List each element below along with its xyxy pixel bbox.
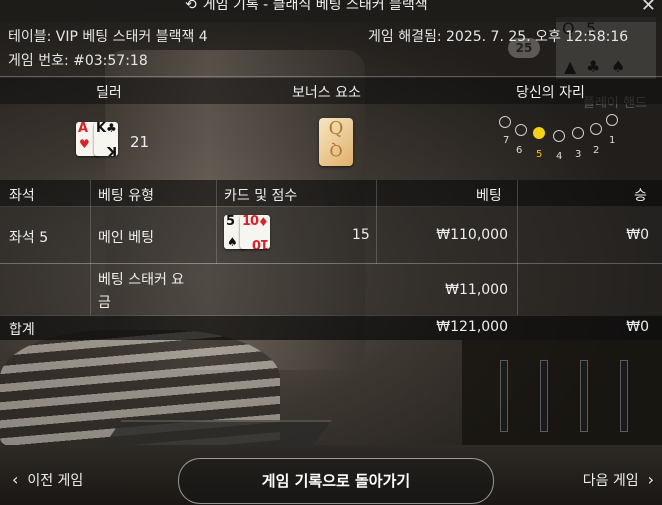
seat-cell: 좌석 5 <box>9 230 49 246</box>
dealer-card: K ♣ K <box>94 122 118 156</box>
divider <box>0 76 662 77</box>
next-game-button[interactable]: 다음 게임 › <box>583 470 654 490</box>
seat-number: 7 <box>503 135 510 146</box>
player-card: 10 ♦ 10 <box>240 215 270 249</box>
dealer-label: 딜러 <box>96 85 122 101</box>
seat-number-active: 5 <box>536 149 543 160</box>
col-bet-type: 베팅 유형 <box>98 188 154 204</box>
seat-marker <box>499 116 511 128</box>
card-rank-bottom: K <box>107 143 117 156</box>
chevron-left-icon: ‹ <box>12 470 19 489</box>
bet-amount: ₩110,000 <box>436 227 508 243</box>
resolved-time: 게임 해결됨: 2025. 7. 25. 오후 12:58:16 <box>368 29 629 45</box>
chevron-right-icon: › <box>647 470 654 489</box>
heart-icon: ♥ <box>79 137 90 151</box>
bet-type-cell: 메인 베팅 <box>98 230 154 246</box>
bet-amount: ₩11,000 <box>445 282 508 298</box>
card-rank: K <box>96 122 106 136</box>
game-history-panel: ⟲ 게임 기록 - 클래식 베팅 스태커 블랙잭 ✕ 테이블: VIP 베팅 스태… <box>0 0 662 505</box>
bet-type-cell: 베팅 스태커 요 <box>98 272 185 288</box>
prev-game-label: 이전 게임 <box>27 473 84 489</box>
seat-number: 4 <box>556 151 563 162</box>
seat-number: 2 <box>593 145 600 156</box>
bet-type-cell-wrap: 금 <box>98 295 111 311</box>
total-bet: ₩121,000 <box>436 319 508 335</box>
card-rank: 10 <box>242 215 259 229</box>
total-win: ₩0 <box>626 319 649 335</box>
column-divider <box>517 180 518 315</box>
spade-icon: ♠ <box>227 235 238 249</box>
seat-marker <box>515 124 527 136</box>
column-divider <box>376 180 377 264</box>
next-game-label: 다음 게임 <box>582 473 639 489</box>
title-bar: ⟲ 게임 기록 - 클래식 베팅 스태커 블랙잭 ✕ <box>0 0 662 22</box>
table-name: 테이블: VIP 베팅 스태커 블랙잭 4 <box>8 29 208 45</box>
col-bet: 베팅 <box>476 188 502 204</box>
close-icon[interactable]: ✕ <box>641 0 656 16</box>
bonus-card-rank-bottom: Q <box>329 141 343 160</box>
card-rank-bottom: 10 <box>252 236 269 249</box>
history-icon: ⟲ <box>185 0 197 13</box>
seat-marker <box>572 127 584 139</box>
row-divider <box>0 263 662 264</box>
col-seat: 좌석 <box>9 188 35 204</box>
game-number: 게임 번호: #03:57:18 <box>8 53 148 69</box>
seat-number: 6 <box>516 145 523 156</box>
player-score: 15 <box>352 227 370 243</box>
win-amount: ₩0 <box>626 227 649 243</box>
seat-number: 1 <box>609 135 616 146</box>
seat-marker <box>553 130 565 142</box>
bonus-card: Q Q <box>319 118 353 166</box>
table-row: 베팅 스태커 요 금 ₩11,000 <box>0 264 662 315</box>
seat-marker-active <box>533 127 545 139</box>
column-divider <box>216 180 217 264</box>
card-rank: 5 <box>226 215 235 229</box>
col-win: 승 <box>634 188 647 204</box>
seat-marker <box>590 123 602 135</box>
column-divider <box>90 180 91 315</box>
seat-marker <box>606 114 618 126</box>
back-to-history-button[interactable]: 게임 기록으로 돌아가기 <box>178 458 494 504</box>
dealer-score: 21 <box>130 133 150 151</box>
bonus-label: 보너스 요소 <box>292 85 361 101</box>
page-title: ⟲ 게임 기록 - 클래식 베팅 스태커 블랙잭 <box>185 0 428 14</box>
bets-table-header: 좌석 베팅 유형 카드 및 점수 베팅 승 <box>0 180 662 206</box>
bonus-card-rank: Q <box>328 118 344 139</box>
footer-nav: ‹ 이전 게임 게임 기록으로 돌아가기 다음 게임 › <box>0 452 662 505</box>
card-rank: A <box>78 122 88 136</box>
prev-game-button[interactable]: ‹ 이전 게임 <box>12 470 83 490</box>
col-cards-score: 카드 및 점수 <box>224 188 298 204</box>
total-row: 합계 ₩121,000 ₩0 <box>0 316 662 340</box>
table-row: 좌석 5 메인 베팅 5 ♠ 10 ♦ 10 15 ₩110,000 ₩0 <box>0 207 662 263</box>
hand-header: 딜러 보너스 요소 당신의 자리 <box>0 78 662 104</box>
diamond-icon: ♦ <box>258 215 269 229</box>
page-title-text: 게임 기록 - 클래식 베팅 스태커 블랙잭 <box>202 0 428 13</box>
club-icon: ♣ <box>106 122 117 135</box>
seat-label: 당신의 자리 <box>516 85 585 101</box>
seat-number: 3 <box>575 149 582 160</box>
total-label: 합계 <box>9 322 35 338</box>
